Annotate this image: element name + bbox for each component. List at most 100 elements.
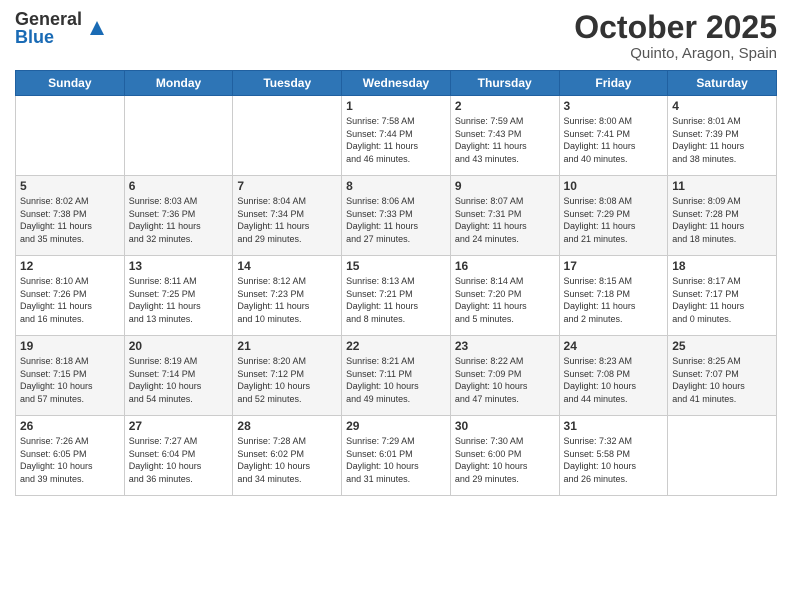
calendar-cell: 17 Sunrise: 8:15 AM Sunset: 7:18 PM Dayli…	[559, 256, 668, 336]
logo-text: General Blue	[15, 10, 82, 46]
day-info: Sunrise: 8:17 AM Sunset: 7:17 PM Dayligh…	[672, 275, 772, 325]
day-number: 5	[20, 179, 120, 193]
calendar-cell: 29 Sunrise: 7:29 AM Sunset: 6:01 PM Dayli…	[342, 416, 451, 496]
calendar-cell: 4 Sunrise: 8:01 AM Sunset: 7:39 PM Daylig…	[668, 96, 777, 176]
day-number: 28	[237, 419, 337, 433]
day-info: Sunrise: 8:20 AM Sunset: 7:12 PM Dayligh…	[237, 355, 337, 405]
weekday-header: Friday	[559, 71, 668, 96]
day-info: Sunrise: 8:00 AM Sunset: 7:41 PM Dayligh…	[564, 115, 664, 165]
day-number: 10	[564, 179, 664, 193]
calendar-cell: 1Sunrise: 7:58 AM Sunset: 7:44 PM Daylig…	[342, 96, 451, 176]
calendar-cell: 21 Sunrise: 8:20 AM Sunset: 7:12 PM Dayli…	[233, 336, 342, 416]
calendar-cell: 20 Sunrise: 8:19 AM Sunset: 7:14 PM Dayli…	[124, 336, 233, 416]
calendar-week-row: 1Sunrise: 7:58 AM Sunset: 7:44 PM Daylig…	[16, 96, 777, 176]
calendar-cell: 16 Sunrise: 8:14 AM Sunset: 7:20 PM Dayli…	[450, 256, 559, 336]
header: General Blue October 2025 Quinto, Aragon…	[15, 10, 777, 62]
calendar-cell: 25Sunrise: 8:25 AM Sunset: 7:07 PM Dayli…	[668, 336, 777, 416]
day-number: 20	[129, 339, 229, 353]
calendar-cell: 14 Sunrise: 8:12 AM Sunset: 7:23 PM Dayli…	[233, 256, 342, 336]
location: Quinto, Aragon, Spain	[574, 45, 777, 62]
day-number: 2	[455, 99, 555, 113]
day-info: Sunrise: 7:29 AM Sunset: 6:01 PM Dayligh…	[346, 435, 446, 485]
day-info: Sunrise: 8:03 AM Sunset: 7:36 PM Dayligh…	[129, 195, 229, 245]
day-number: 16	[455, 259, 555, 273]
calendar-cell: 5 Sunrise: 8:02 AM Sunset: 7:38 PM Daylig…	[16, 176, 125, 256]
calendar-cell: 26 Sunrise: 7:26 AM Sunset: 6:05 PM Dayli…	[16, 416, 125, 496]
weekday-header: Sunday	[16, 71, 125, 96]
calendar-week-row: 26 Sunrise: 7:26 AM Sunset: 6:05 PM Dayli…	[16, 416, 777, 496]
day-number: 19	[20, 339, 120, 353]
day-number: 29	[346, 419, 446, 433]
calendar-cell: 8 Sunrise: 8:06 AM Sunset: 7:33 PM Daylig…	[342, 176, 451, 256]
calendar-cell	[233, 96, 342, 176]
calendar-cell: 12 Sunrise: 8:10 AM Sunset: 7:26 PM Dayli…	[16, 256, 125, 336]
day-number: 27	[129, 419, 229, 433]
day-info: Sunrise: 8:15 AM Sunset: 7:18 PM Dayligh…	[564, 275, 664, 325]
calendar-week-row: 5 Sunrise: 8:02 AM Sunset: 7:38 PM Daylig…	[16, 176, 777, 256]
day-info: Sunrise: 8:10 AM Sunset: 7:26 PM Dayligh…	[20, 275, 120, 325]
day-number: 21	[237, 339, 337, 353]
day-number: 17	[564, 259, 664, 273]
day-number: 24	[564, 339, 664, 353]
calendar-cell: 3Sunrise: 8:00 AM Sunset: 7:41 PM Daylig…	[559, 96, 668, 176]
day-info: Sunrise: 8:06 AM Sunset: 7:33 PM Dayligh…	[346, 195, 446, 245]
day-number: 11	[672, 179, 772, 193]
day-info: Sunrise: 7:30 AM Sunset: 6:00 PM Dayligh…	[455, 435, 555, 485]
calendar-cell: 2Sunrise: 7:59 AM Sunset: 7:43 PM Daylig…	[450, 96, 559, 176]
weekday-header: Monday	[124, 71, 233, 96]
day-info: Sunrise: 8:14 AM Sunset: 7:20 PM Dayligh…	[455, 275, 555, 325]
logo: General Blue	[15, 10, 108, 46]
day-number: 13	[129, 259, 229, 273]
day-number: 6	[129, 179, 229, 193]
day-info: Sunrise: 7:32 AM Sunset: 5:58 PM Dayligh…	[564, 435, 664, 485]
calendar-cell: 28 Sunrise: 7:28 AM Sunset: 6:02 PM Dayli…	[233, 416, 342, 496]
day-info: Sunrise: 8:02 AM Sunset: 7:38 PM Dayligh…	[20, 195, 120, 245]
day-info: Sunrise: 7:26 AM Sunset: 6:05 PM Dayligh…	[20, 435, 120, 485]
calendar-cell: 15Sunrise: 8:13 AM Sunset: 7:21 PM Dayli…	[342, 256, 451, 336]
calendar-cell	[124, 96, 233, 176]
logo-icon	[86, 17, 108, 39]
day-number: 25	[672, 339, 772, 353]
logo-blue: Blue	[15, 28, 82, 46]
weekday-header: Saturday	[668, 71, 777, 96]
day-info: Sunrise: 8:08 AM Sunset: 7:29 PM Dayligh…	[564, 195, 664, 245]
calendar-table: SundayMondayTuesdayWednesdayThursdayFrid…	[15, 70, 777, 496]
logo-general: General	[15, 10, 82, 28]
day-info: Sunrise: 8:18 AM Sunset: 7:15 PM Dayligh…	[20, 355, 120, 405]
weekday-header: Thursday	[450, 71, 559, 96]
day-number: 9	[455, 179, 555, 193]
page: General Blue October 2025 Quinto, Aragon…	[0, 0, 792, 612]
calendar-cell: 13 Sunrise: 8:11 AM Sunset: 7:25 PM Dayli…	[124, 256, 233, 336]
day-number: 8	[346, 179, 446, 193]
day-number: 15	[346, 259, 446, 273]
day-info: Sunrise: 7:28 AM Sunset: 6:02 PM Dayligh…	[237, 435, 337, 485]
day-info: Sunrise: 8:01 AM Sunset: 7:39 PM Dayligh…	[672, 115, 772, 165]
calendar-cell: 31 Sunrise: 7:32 AM Sunset: 5:58 PM Dayli…	[559, 416, 668, 496]
weekday-header: Wednesday	[342, 71, 451, 96]
day-info: Sunrise: 8:19 AM Sunset: 7:14 PM Dayligh…	[129, 355, 229, 405]
day-number: 14	[237, 259, 337, 273]
day-info: Sunrise: 8:11 AM Sunset: 7:25 PM Dayligh…	[129, 275, 229, 325]
day-number: 4	[672, 99, 772, 113]
calendar-cell	[16, 96, 125, 176]
day-info: Sunrise: 8:12 AM Sunset: 7:23 PM Dayligh…	[237, 275, 337, 325]
day-info: Sunrise: 8:07 AM Sunset: 7:31 PM Dayligh…	[455, 195, 555, 245]
calendar-cell: 19 Sunrise: 8:18 AM Sunset: 7:15 PM Dayli…	[16, 336, 125, 416]
day-number: 12	[20, 259, 120, 273]
day-number: 23	[455, 339, 555, 353]
calendar-cell: 18 Sunrise: 8:17 AM Sunset: 7:17 PM Dayli…	[668, 256, 777, 336]
day-number: 31	[564, 419, 664, 433]
calendar-cell: 11Sunrise: 8:09 AM Sunset: 7:28 PM Dayli…	[668, 176, 777, 256]
weekday-header: Tuesday	[233, 71, 342, 96]
calendar-week-row: 12 Sunrise: 8:10 AM Sunset: 7:26 PM Dayli…	[16, 256, 777, 336]
day-info: Sunrise: 8:21 AM Sunset: 7:11 PM Dayligh…	[346, 355, 446, 405]
calendar-cell: 7 Sunrise: 8:04 AM Sunset: 7:34 PM Daylig…	[233, 176, 342, 256]
day-info: Sunrise: 8:04 AM Sunset: 7:34 PM Dayligh…	[237, 195, 337, 245]
day-number: 26	[20, 419, 120, 433]
calendar-cell: 22Sunrise: 8:21 AM Sunset: 7:11 PM Dayli…	[342, 336, 451, 416]
weekday-header-row: SundayMondayTuesdayWednesdayThursdayFrid…	[16, 71, 777, 96]
day-number: 7	[237, 179, 337, 193]
day-number: 30	[455, 419, 555, 433]
day-info: Sunrise: 7:58 AM Sunset: 7:44 PM Dayligh…	[346, 115, 446, 165]
day-number: 18	[672, 259, 772, 273]
